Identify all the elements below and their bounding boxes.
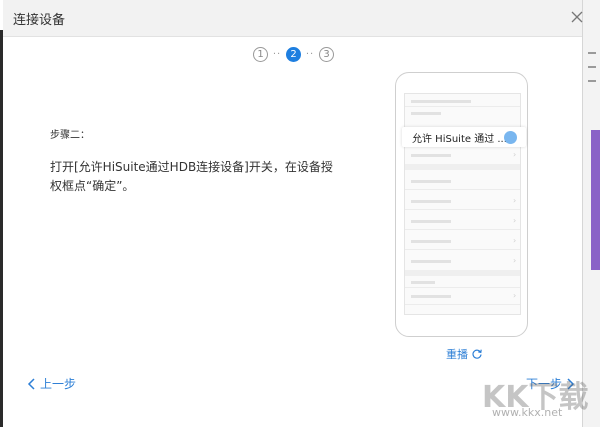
placeholder-line bbox=[411, 240, 451, 243]
next-step-label: 下一步 bbox=[526, 377, 563, 391]
step-1: 1 bbox=[253, 46, 268, 62]
background-window-strip bbox=[582, 0, 600, 427]
screen-divider bbox=[405, 229, 520, 230]
screen-divider bbox=[405, 189, 520, 190]
step-label: 步骤二： bbox=[50, 130, 90, 141]
screen-section-gap bbox=[405, 164, 520, 170]
chevron-right-icon: › bbox=[513, 216, 517, 225]
next-step-button[interactable]: 下一步 bbox=[526, 375, 575, 392]
close-icon[interactable] bbox=[568, 8, 586, 26]
replay-label: 重播 bbox=[446, 348, 468, 361]
chevron-left-icon bbox=[27, 377, 35, 390]
placeholder-line bbox=[411, 295, 451, 298]
hdb-permission-row: 允许 HiSuite 通过 ... bbox=[402, 127, 526, 147]
chevron-right-icon: › bbox=[513, 196, 517, 205]
step-indicator: 1 ·· 2 ·· 3 bbox=[253, 45, 334, 63]
background-mark bbox=[588, 66, 596, 68]
placeholder-line bbox=[411, 100, 471, 103]
placeholder-line bbox=[411, 112, 441, 115]
chevron-right-icon: › bbox=[513, 291, 517, 300]
dialog-title: 连接设备 bbox=[13, 13, 66, 28]
chevron-right-icon bbox=[567, 377, 575, 390]
step-3: 3 bbox=[319, 46, 334, 62]
step-separator: ·· bbox=[272, 48, 282, 60]
previous-step-button[interactable]: 上一步 bbox=[27, 375, 76, 392]
chevron-right-icon: › bbox=[513, 150, 517, 159]
placeholder-line bbox=[411, 281, 435, 284]
connect-device-dialog: 连接设备 1 ·· 2 ·· 3 步骤二： 打开[允许HiSuite通过HDB连… bbox=[3, 0, 583, 427]
replay-button[interactable]: 重播 bbox=[446, 346, 483, 362]
screen-divider bbox=[405, 304, 520, 305]
phone-illustration: › › › › › › 允许 HiSuite 通过 ... bbox=[395, 72, 528, 337]
placeholder-line bbox=[411, 154, 451, 157]
placeholder-line bbox=[411, 220, 451, 223]
background-mark bbox=[588, 80, 596, 82]
refresh-icon bbox=[472, 349, 482, 359]
step-instruction: 打开[允许HiSuite通过HDB连接设备]开关，在设备授权框点“确定”。 bbox=[50, 160, 333, 193]
screen-divider bbox=[405, 106, 520, 107]
placeholder-line bbox=[411, 260, 451, 263]
hdb-permission-label: 允许 HiSuite 通过 ... bbox=[412, 133, 507, 145]
toggle-switch-icon bbox=[504, 131, 517, 144]
previous-step-label: 上一步 bbox=[40, 377, 77, 391]
screen-divider bbox=[405, 209, 520, 210]
background-accent-bar bbox=[591, 130, 600, 270]
placeholder-line bbox=[411, 180, 451, 183]
title-bar: 连接设备 bbox=[3, 0, 583, 37]
chevron-right-icon: › bbox=[513, 236, 517, 245]
background-mark bbox=[588, 52, 596, 54]
phone-screen: › › › › › › 允许 HiSuite 通过 ... bbox=[402, 93, 526, 315]
screen-divider bbox=[405, 249, 520, 250]
screen-section-gap bbox=[405, 270, 520, 276]
screen-divider bbox=[405, 287, 520, 288]
placeholder-line bbox=[411, 200, 451, 203]
step-separator: ·· bbox=[305, 48, 315, 60]
chevron-right-icon: › bbox=[513, 256, 517, 265]
step-2-active: 2 bbox=[286, 46, 301, 62]
